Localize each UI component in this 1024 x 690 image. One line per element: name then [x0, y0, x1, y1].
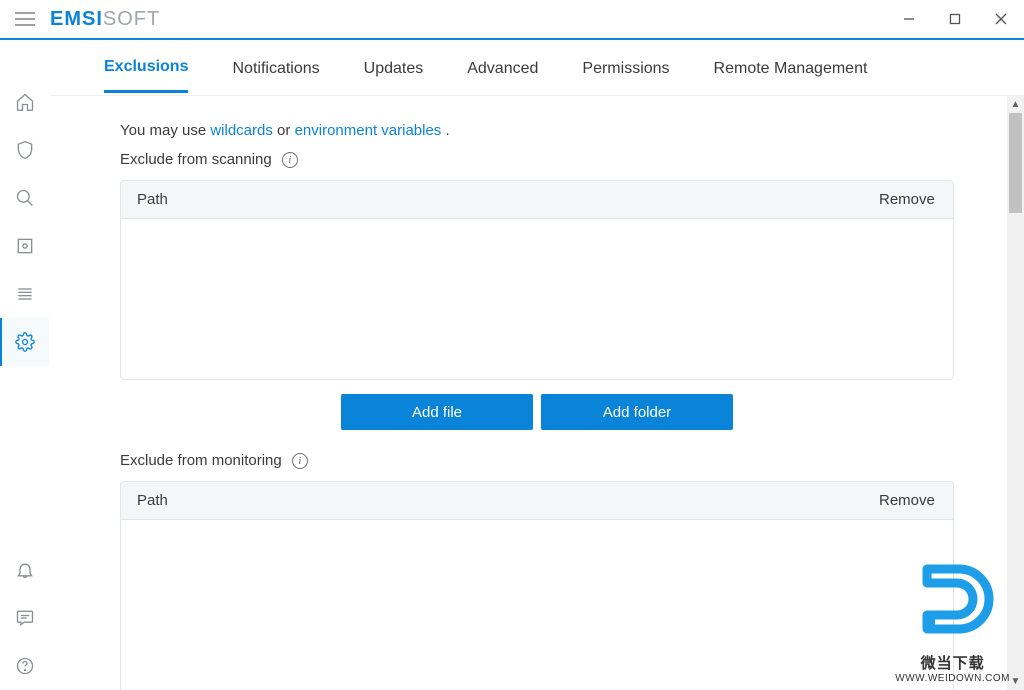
- hint-text: You may use wildcards or environment var…: [120, 122, 954, 139]
- quarantine-icon[interactable]: [0, 222, 50, 270]
- titlebar: EMSISOFT: [0, 0, 1024, 40]
- minimize-button[interactable]: [886, 0, 932, 39]
- monitoring-list: Path Remove: [120, 481, 954, 690]
- env-vars-link[interactable]: environment variables: [295, 122, 442, 139]
- tab-notifications[interactable]: Notifications: [232, 44, 319, 92]
- logs-icon[interactable]: [0, 270, 50, 318]
- col-remove[interactable]: Remove: [863, 181, 953, 218]
- info-icon[interactable]: i: [282, 152, 298, 168]
- menu-icon[interactable]: [0, 12, 50, 26]
- tabs: Exclusions Notifications Updates Advance…: [50, 40, 1024, 96]
- chat-icon[interactable]: [0, 594, 50, 642]
- maximize-button[interactable]: [932, 0, 978, 39]
- help-icon[interactable]: [0, 642, 50, 690]
- tab-updates[interactable]: Updates: [364, 44, 424, 92]
- tab-permissions[interactable]: Permissions: [582, 44, 669, 92]
- scanning-list-body: [121, 219, 953, 379]
- sidebar: [0, 40, 50, 690]
- exclude-scanning-label: Exclude from scanning i: [120, 151, 954, 168]
- brand-logo: EMSISOFT: [50, 8, 160, 31]
- add-folder-button[interactable]: Add folder: [541, 394, 733, 430]
- window-controls: [886, 0, 1024, 39]
- settings-icon[interactable]: [0, 318, 49, 366]
- scroll-thumb[interactable]: [1009, 113, 1022, 213]
- monitoring-list-body: [121, 520, 953, 690]
- scrollbar[interactable]: ▲ ▼: [1007, 96, 1024, 690]
- shield-icon[interactable]: [0, 126, 50, 174]
- content: You may use wildcards or environment var…: [50, 96, 1024, 690]
- scanning-list: Path Remove: [120, 180, 954, 380]
- add-file-button[interactable]: Add file: [341, 394, 533, 430]
- home-icon[interactable]: [0, 78, 50, 126]
- info-icon[interactable]: i: [292, 453, 308, 469]
- tab-remote[interactable]: Remote Management: [714, 44, 868, 92]
- scroll-up-icon[interactable]: ▲: [1007, 96, 1024, 113]
- tab-exclusions[interactable]: Exclusions: [104, 42, 188, 93]
- col-path[interactable]: Path: [121, 482, 863, 519]
- exclude-monitoring-label: Exclude from monitoring i: [120, 452, 954, 469]
- close-button[interactable]: [978, 0, 1024, 39]
- main-panel: Exclusions Notifications Updates Advance…: [50, 40, 1024, 690]
- search-icon[interactable]: [0, 174, 50, 222]
- col-path[interactable]: Path: [121, 181, 863, 218]
- col-remove[interactable]: Remove: [863, 482, 953, 519]
- tab-advanced[interactable]: Advanced: [467, 44, 538, 92]
- scroll-down-icon[interactable]: ▼: [1007, 673, 1024, 690]
- bell-icon[interactable]: [0, 546, 50, 594]
- wildcards-link[interactable]: wildcards: [210, 122, 273, 139]
